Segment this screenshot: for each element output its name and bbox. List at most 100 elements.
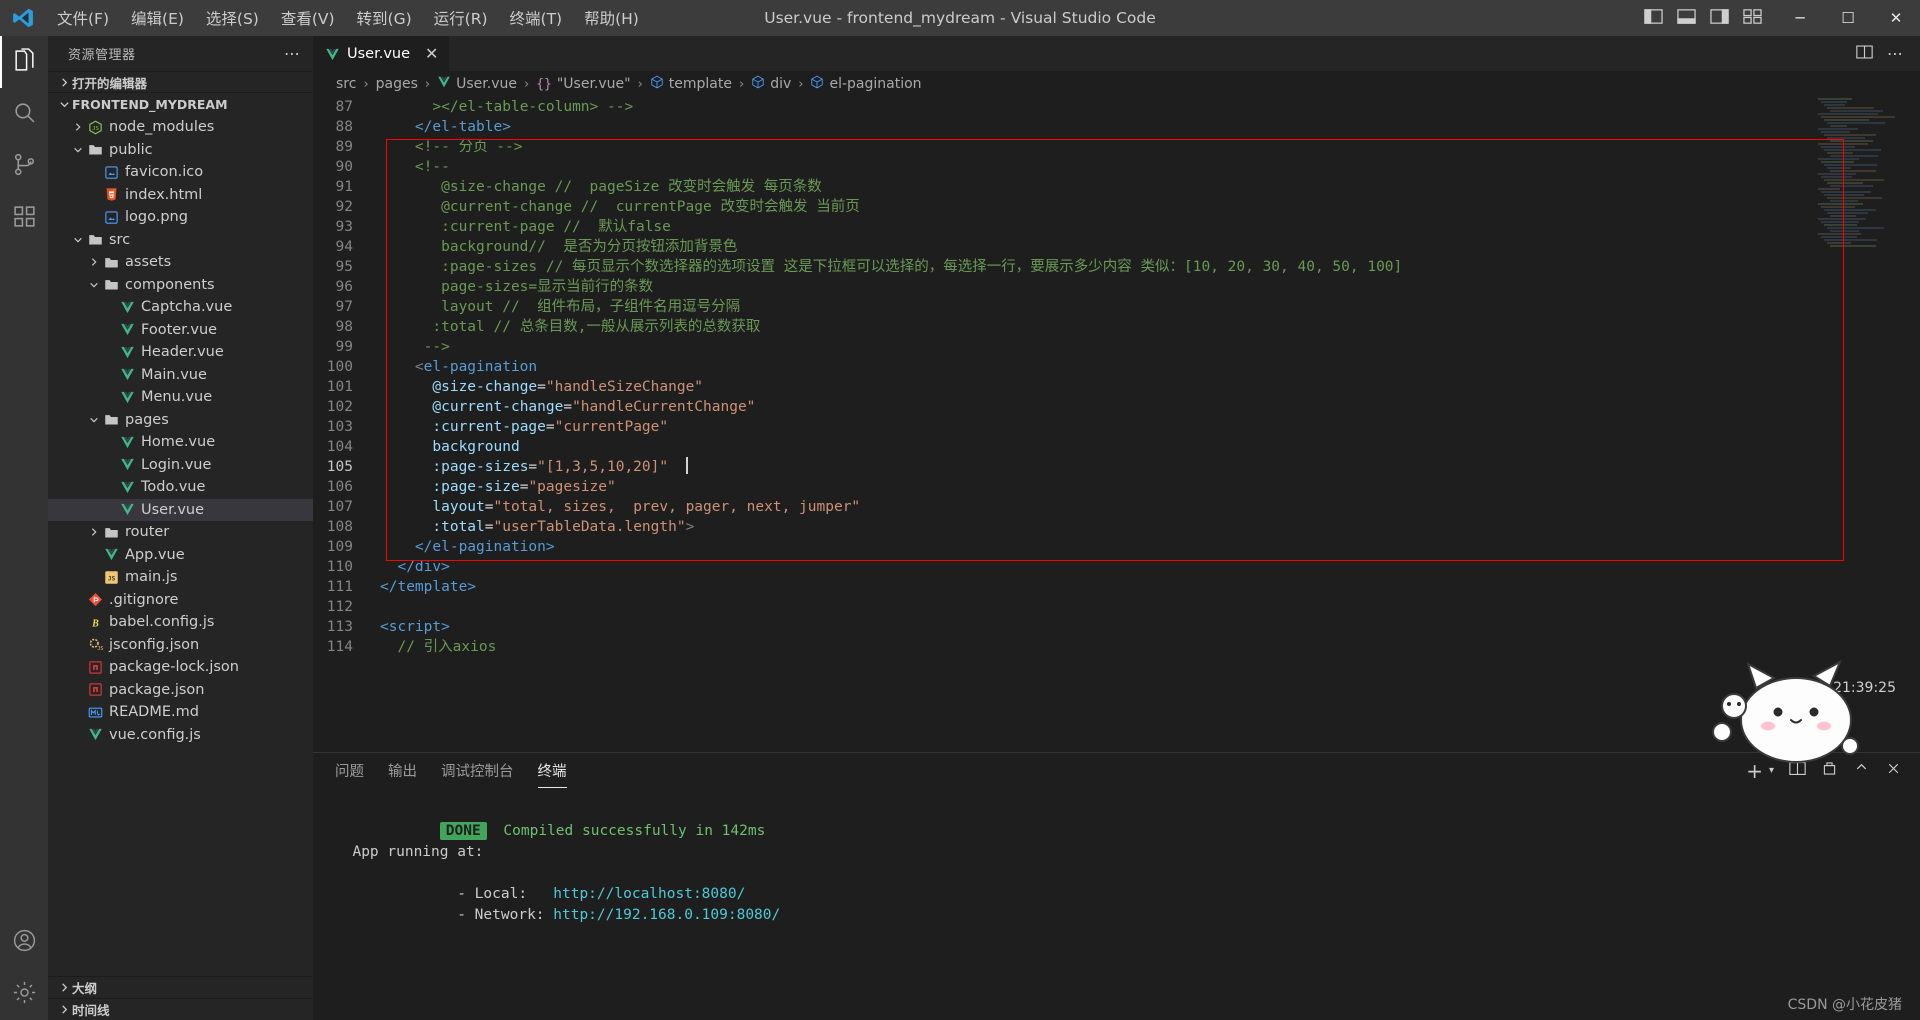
menu-run[interactable]: 运行(R) [423, 3, 499, 33]
customize-layout-icon[interactable] [1743, 8, 1762, 29]
tree-item-package-lock-json[interactable]: package-lock.json [48, 656, 313, 679]
tree-item-node-modules[interactable]: JS node_modules [48, 116, 313, 139]
code-line-91[interactable]: 91 @size-change // pageSize 改变时会触发 每页条数 [313, 177, 1920, 197]
code-line-97[interactable]: 97 layout // 组件布局，子组件名用逗号分隔 [313, 297, 1920, 317]
tree-item-user-vue[interactable]: User.vue [48, 498, 313, 521]
code-line-104[interactable]: 104 background [313, 437, 1920, 457]
tree-item-assets[interactable]: assets [48, 251, 313, 274]
breadcrumb[interactable]: src › pages › User.vue › {} "User.vue" ›… [313, 71, 1920, 97]
tree-item-footer-vue[interactable]: Footer.vue [48, 319, 313, 342]
tree-item-vue-config-js[interactable]: vue.config.js [48, 724, 313, 747]
terminal-output[interactable]: DONE Compiled successfully in 142ms App … [313, 788, 1920, 1020]
code-line-94[interactable]: 94 background// 是否为分页按钮添加背景色 [313, 237, 1920, 257]
close-panel-icon[interactable] [1885, 760, 1902, 781]
open-editors-section[interactable]: 打开的编辑器 [48, 71, 313, 93]
explorer-more-icon[interactable]: ⋯ [284, 44, 301, 63]
panel-tabs[interactable]: 问题 输出 调试控制台 终端 + ▾ [313, 753, 1920, 788]
split-editor-icon[interactable] [1856, 44, 1873, 64]
maximize-button[interactable]: ☐ [1824, 0, 1872, 36]
tree-item-todo-vue[interactable]: Todo.vue [48, 476, 313, 499]
panel-tab-debug-console[interactable]: 调试控制台 [441, 753, 514, 788]
tree-item-public[interactable]: public [48, 139, 313, 162]
breadcrumb-item-file[interactable]: User.vue [437, 75, 517, 93]
activity-accounts[interactable] [0, 916, 48, 968]
code-line-98[interactable]: 98 :total // 总条目数,一般从展示列表的总数获取 [313, 317, 1920, 337]
code-line-105[interactable]: 105 :page-sizes="[1,3,5,10,20]" [313, 457, 1920, 477]
tree-item-readme-md[interactable]: README.md [48, 701, 313, 724]
code-line-95[interactable]: 95 :page-sizes // 每页显示个数选择器的选项设置 这是下拉框可以… [313, 257, 1920, 277]
minimize-button[interactable]: ─ [1776, 0, 1824, 36]
code-viewport[interactable]: 87 ></el-table-column> --> 88 </el-table>… [313, 97, 1920, 752]
breadcrumb-item-src[interactable]: src [336, 76, 356, 92]
tree-item-login-vue[interactable]: Login.vue [48, 454, 313, 477]
code-line-114[interactable]: 114 // 引入axios [313, 637, 1920, 657]
close-button[interactable]: ✕ [1872, 0, 1920, 36]
menu-go[interactable]: 转到(G) [346, 3, 423, 33]
tree-item-captcha-vue[interactable]: Captcha.vue [48, 296, 313, 319]
menu-edit[interactable]: 编辑(E) [120, 3, 195, 33]
breadcrumb-item-el-pagination[interactable]: el-pagination [810, 75, 922, 93]
code-line-89[interactable]: 89 <!-- 分页 --> [313, 137, 1920, 157]
file-tree[interactable]: JS node_modules public favicon.ico index.htm… [48, 115, 313, 976]
tree-item-components[interactable]: components [48, 274, 313, 297]
menu-terminal[interactable]: 终端(T) [499, 3, 574, 33]
tree-item-header-vue[interactable]: Header.vue [48, 341, 313, 364]
code-line-96[interactable]: 96 page-sizes=显示当前行的条数 [313, 277, 1920, 297]
tree-item-babel-config-js[interactable]: Bbabel.config.js [48, 611, 313, 634]
code-line-99[interactable]: 99 --> [313, 337, 1920, 357]
tree-item-logo-png[interactable]: logo.png [48, 206, 313, 229]
panel-tab-terminal[interactable]: 终端 [537, 753, 567, 788]
timeline-section[interactable]: 时间线 [48, 998, 313, 1020]
menu-help[interactable]: 帮助(H) [573, 3, 650, 33]
tree-item-src[interactable]: src [48, 229, 313, 252]
code-line-101[interactable]: 101 @size-change="handleSizeChange" [313, 377, 1920, 397]
tree-item-index-html[interactable]: index.html [48, 184, 313, 207]
tree-item--gitignore[interactable]: .gitignore [48, 589, 313, 612]
code-line-92[interactable]: 92 @current-change // currentPage 改变时会触发… [313, 197, 1920, 217]
tree-item-main-js[interactable]: JS main.js [48, 566, 313, 589]
local-url[interactable]: http://localhost:8080/ [553, 886, 745, 902]
breadcrumb-item-template[interactable]: template [650, 75, 732, 93]
code-line-87[interactable]: 87 ></el-table-column> --> [313, 97, 1920, 117]
tree-item-menu-vue[interactable]: Menu.vue [48, 386, 313, 409]
tree-item-package-json[interactable]: package.json [48, 679, 313, 702]
activity-search[interactable] [0, 88, 48, 140]
menu-file[interactable]: 文件(F) [46, 3, 120, 33]
code-line-106[interactable]: 106 :page-size="pagesize" [313, 477, 1920, 497]
code-line-108[interactable]: 108 :total="userTableData.length"> [313, 517, 1920, 537]
toggle-primary-sidebar-icon[interactable] [1644, 8, 1663, 29]
code-line-112[interactable]: 112 [313, 597, 1920, 617]
code-line-90[interactable]: 90 <!-- [313, 157, 1920, 177]
outline-section[interactable]: 大纲 [48, 976, 313, 998]
code-line-107[interactable]: 107 layout="total, sizes, prev, pager, n… [313, 497, 1920, 517]
tree-item-favicon-ico[interactable]: favicon.ico [48, 161, 313, 184]
activity-extensions[interactable] [0, 192, 48, 244]
code-line-109[interactable]: 109 </el-pagination> [313, 537, 1920, 557]
code-line-103[interactable]: 103 :current-page="currentPage" [313, 417, 1920, 437]
toggle-panel-icon[interactable] [1677, 8, 1696, 29]
tree-item-router[interactable]: router [48, 521, 313, 544]
editor-actions[interactable]: ⋯ [1840, 36, 1920, 71]
tree-item-home-vue[interactable]: Home.vue [48, 431, 313, 454]
close-icon[interactable]: ✕ [425, 46, 438, 62]
code-line-113[interactable]: 113 <script> [313, 617, 1920, 637]
panel-tab-problems[interactable]: 问题 [335, 753, 364, 788]
tab-user-vue[interactable]: User.vue ✕ [313, 36, 450, 71]
panel-tab-output[interactable]: 输出 [388, 753, 417, 788]
more-actions-icon[interactable]: ⋯ [1887, 44, 1904, 63]
project-section[interactable]: FRONTEND_MYDREAM [48, 93, 313, 115]
activity-explorer[interactable] [0, 36, 48, 88]
code-line-93[interactable]: 93 :current-page // 默认false [313, 217, 1920, 237]
code-line-102[interactable]: 102 @current-change="handleCurrentChange… [313, 397, 1920, 417]
menu-bar[interactable]: 文件(F) 编辑(E) 选择(S) 查看(V) 转到(G) 运行(R) 终端(T… [46, 3, 650, 33]
tree-item-jsconfig-json[interactable]: JS jsconfig.json [48, 634, 313, 657]
menu-view[interactable]: 查看(V) [270, 3, 346, 33]
code-line-111[interactable]: 111 </template> [313, 577, 1920, 597]
code-line-110[interactable]: 110 </div> [313, 557, 1920, 577]
activity-source-control[interactable] [0, 140, 48, 192]
tree-item-app-vue[interactable]: App.vue [48, 544, 313, 567]
code-line-88[interactable]: 88 </el-table> [313, 117, 1920, 137]
tree-item-pages[interactable]: pages [48, 409, 313, 432]
code-line-100[interactable]: 100 <el-pagination [313, 357, 1920, 377]
layout-controls[interactable] [1630, 8, 1776, 29]
